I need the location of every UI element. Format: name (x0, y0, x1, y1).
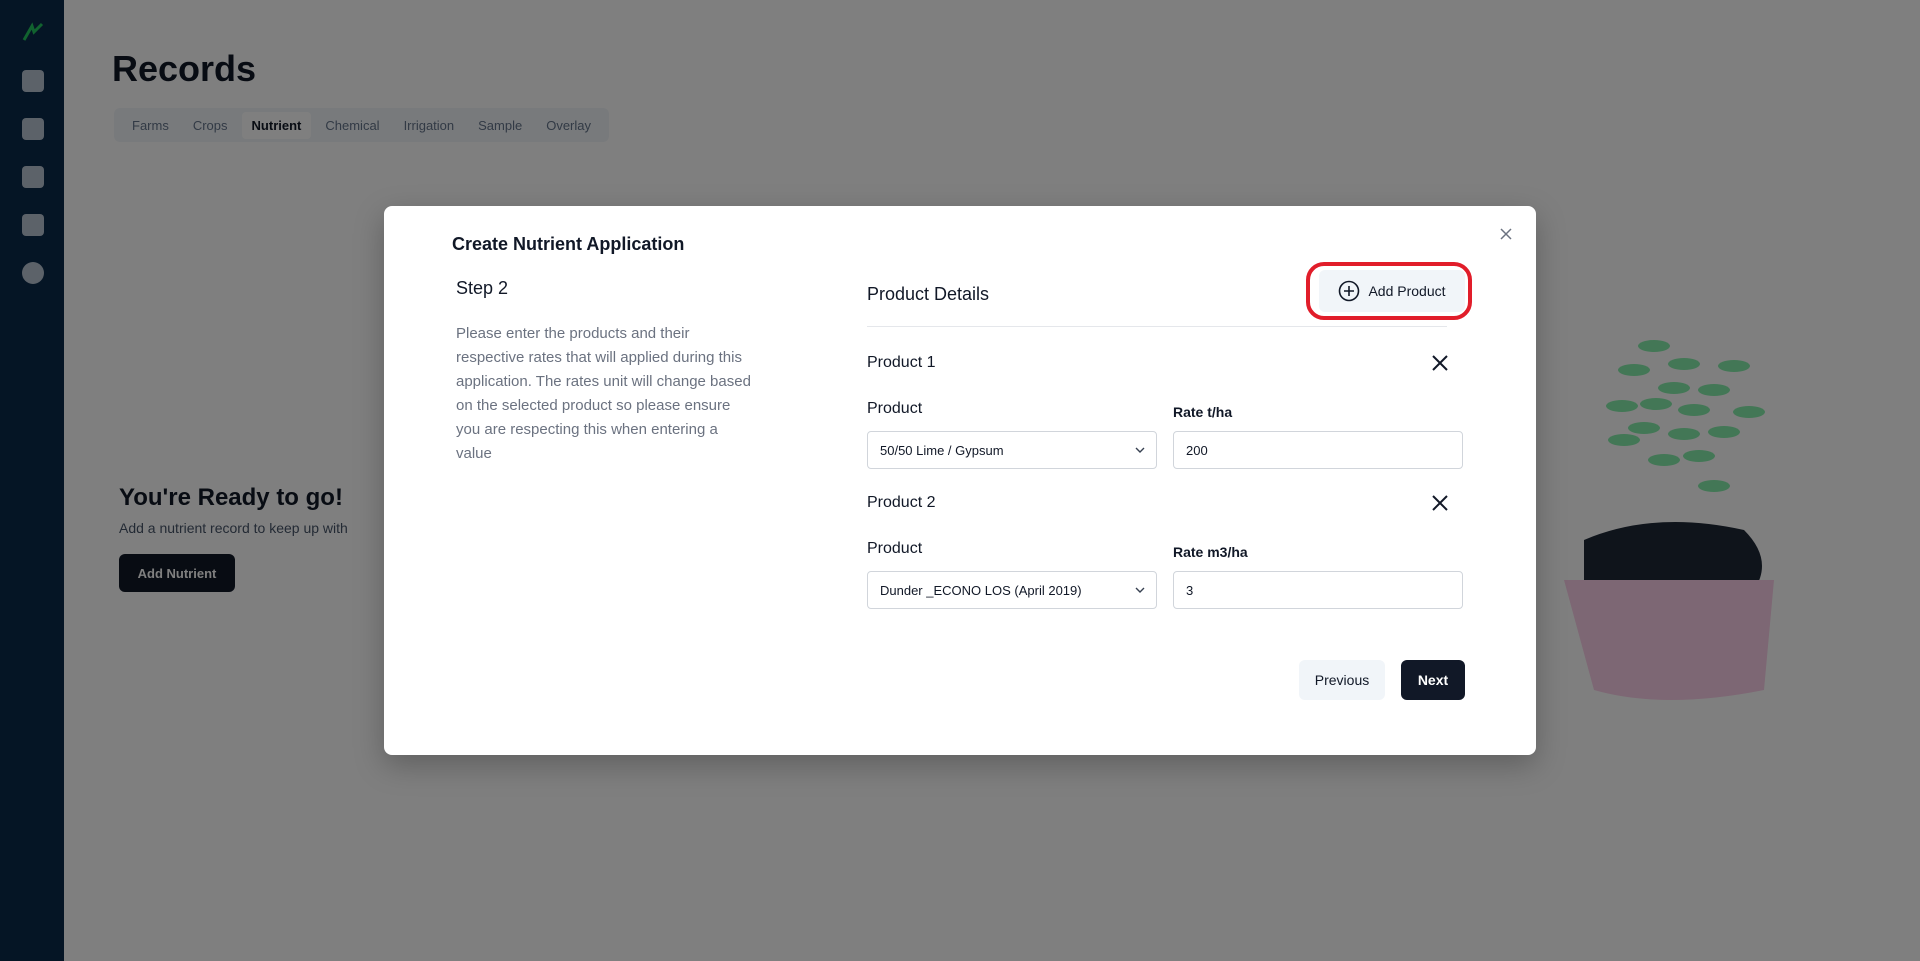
next-button[interactable]: Next (1401, 660, 1465, 700)
product-1-select-value: 50/50 Lime / Gypsum (880, 442, 1004, 458)
product-2-rate-input[interactable]: 3 (1173, 571, 1463, 609)
create-nutrient-modal: Create Nutrient Application Step 2 Pleas… (384, 206, 1536, 755)
product-2-select-value: Dunder _ECONO LOS (April 2019) (880, 582, 1082, 598)
chevron-down-icon (1135, 447, 1145, 453)
product-details-title: Product Details (867, 284, 990, 304)
product-1-label: Product 1 (867, 354, 936, 371)
remove-product-1-icon[interactable] (1431, 354, 1449, 372)
step-description: Please enter the products and their resp… (456, 325, 751, 462)
divider (867, 326, 1447, 327)
modal-title: Create Nutrient Application (452, 234, 685, 254)
previous-button[interactable]: Previous (1299, 660, 1385, 700)
highlight-annotation (1306, 262, 1472, 320)
chevron-down-icon (1135, 587, 1145, 593)
product-2-field-label: Product (867, 540, 923, 557)
product-2-rate-label: Rate m3/ha (1173, 544, 1248, 560)
remove-product-2-icon[interactable] (1431, 494, 1449, 512)
product-1-rate-label: Rate t/ha (1173, 404, 1233, 420)
step-title: Step 2 (456, 278, 509, 298)
product-1-field-label: Product (867, 400, 923, 417)
product-1-rate-input[interactable]: 200 (1173, 431, 1463, 469)
product-2-label: Product 2 (867, 494, 936, 511)
close-icon[interactable] (1498, 226, 1514, 242)
product-1-select[interactable]: 50/50 Lime / Gypsum (867, 431, 1157, 469)
product-2-select[interactable]: Dunder _ECONO LOS (April 2019) (867, 571, 1157, 609)
